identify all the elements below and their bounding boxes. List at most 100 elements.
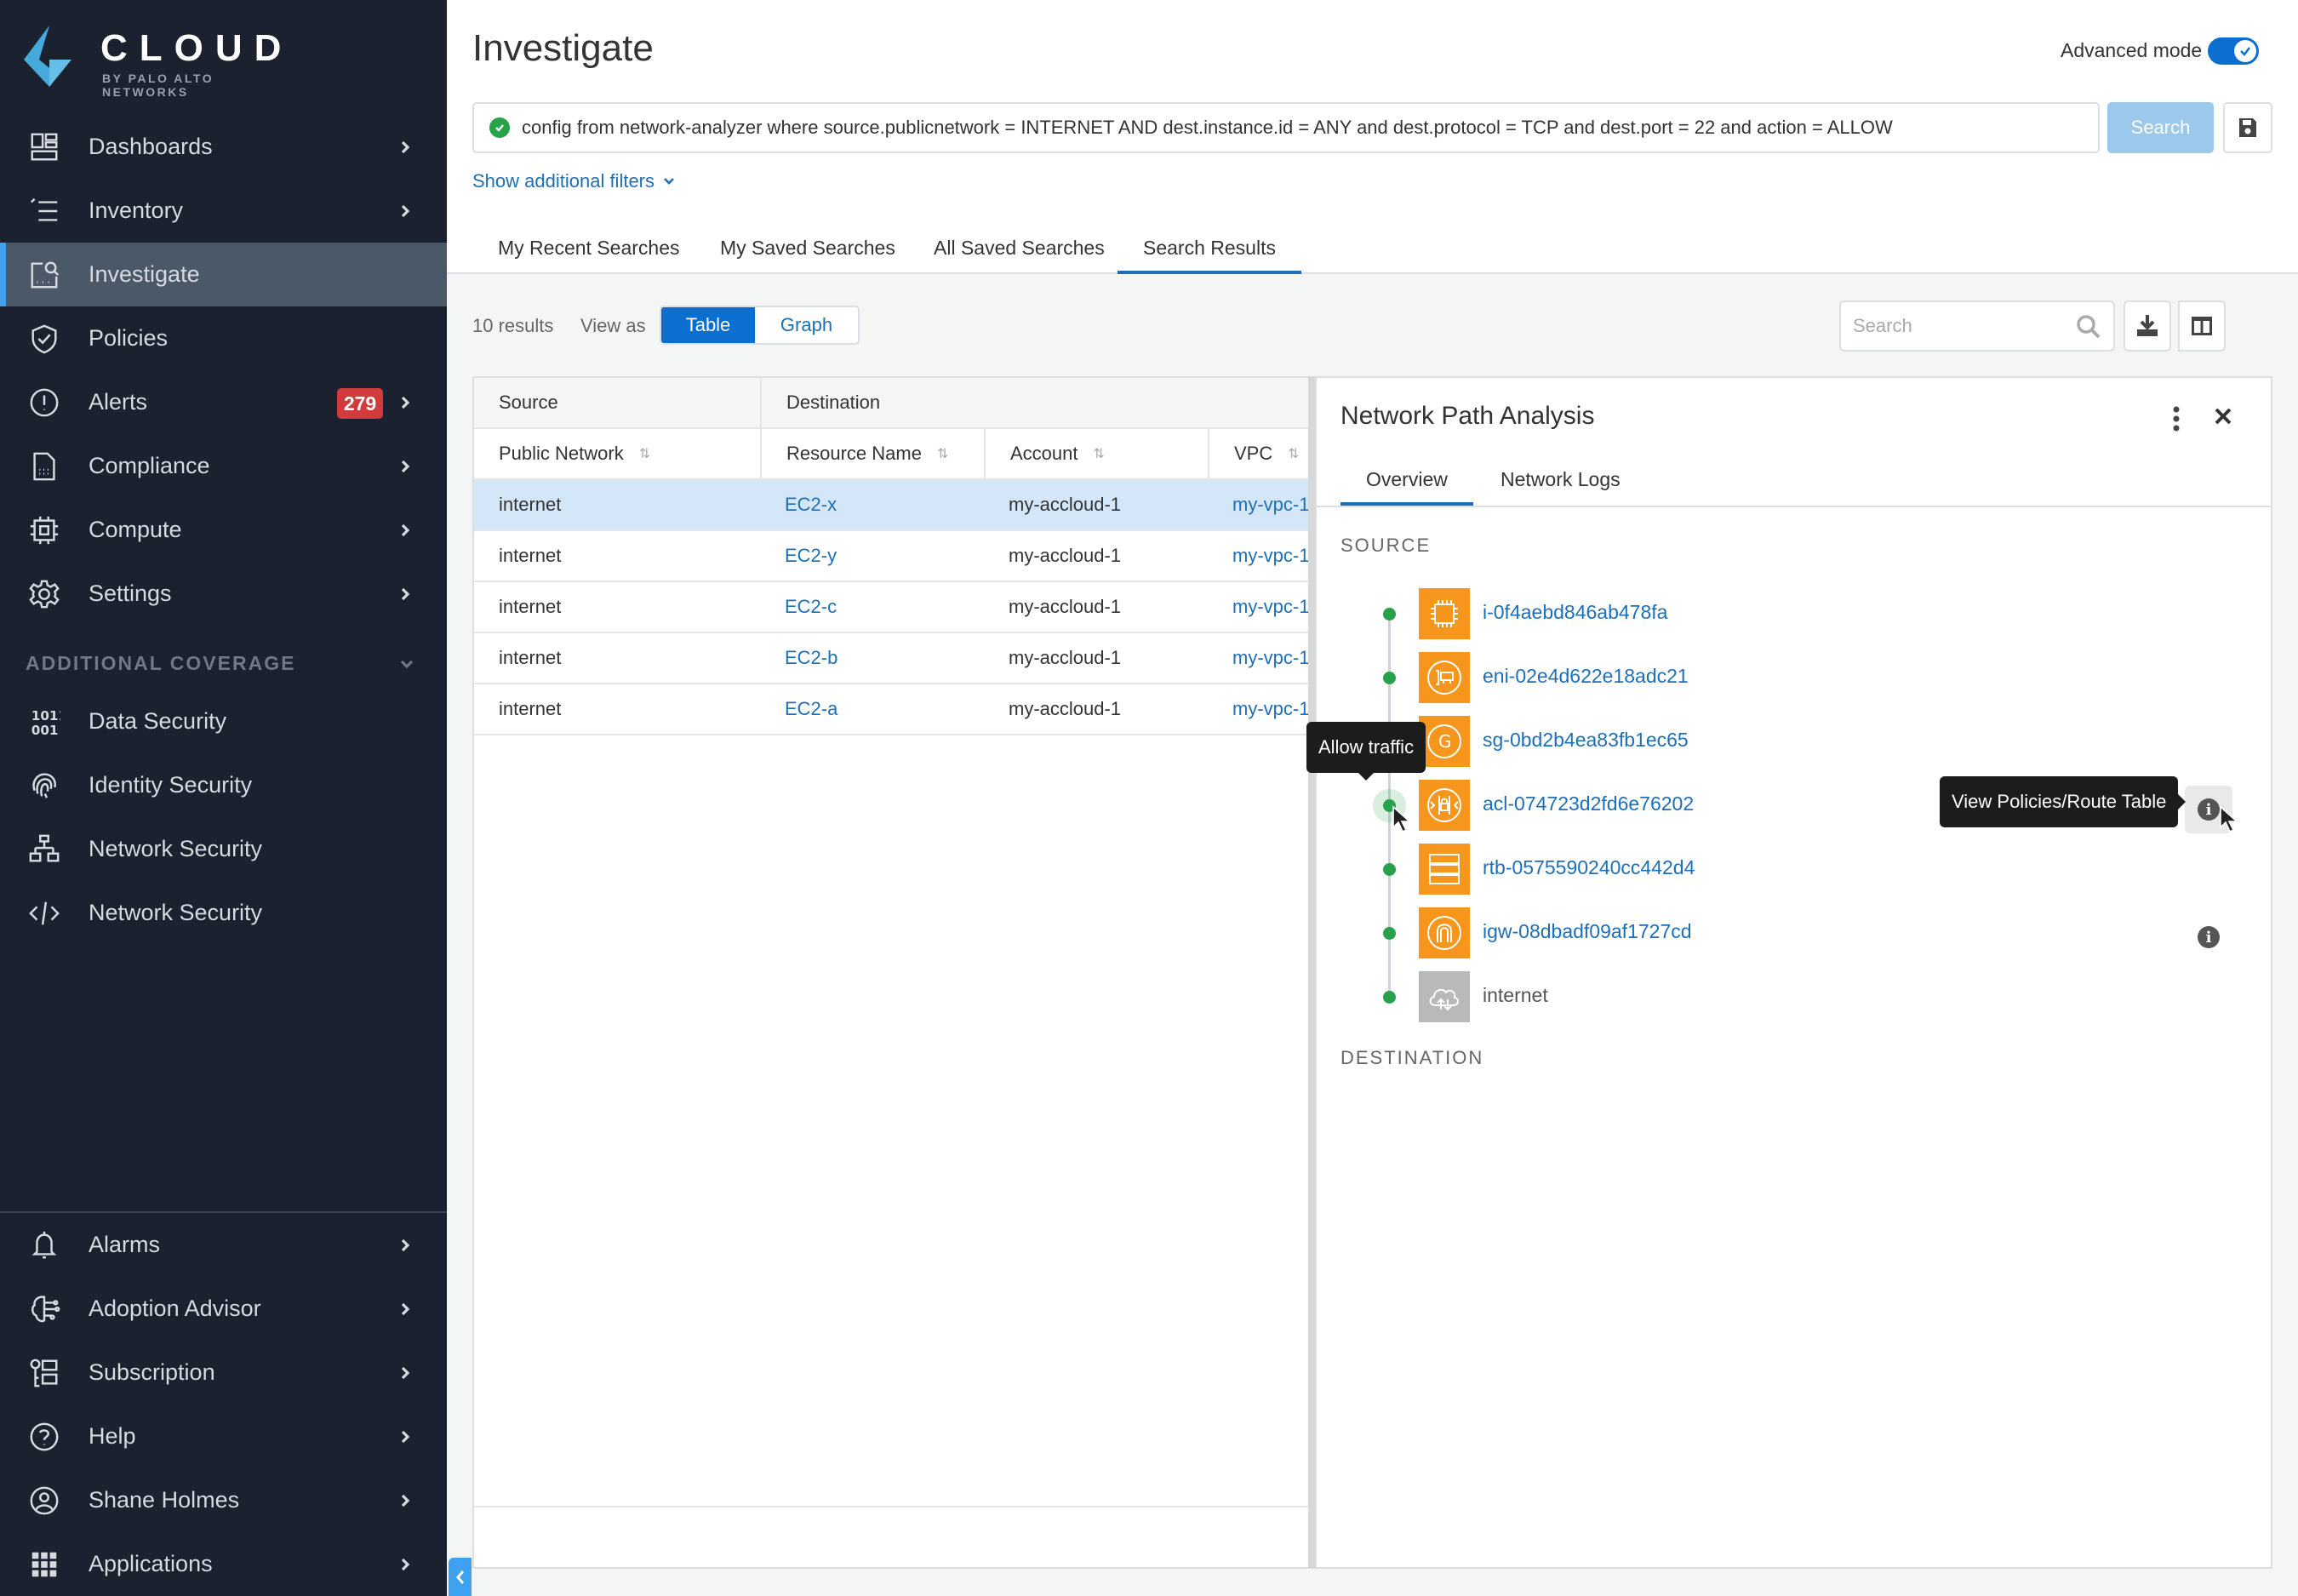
sidebar-item-compliance[interactable]: Compliance: [0, 434, 447, 498]
tab-search-results[interactable]: Search Results: [1118, 237, 1301, 274]
resource-link[interactable]: rtb-0575590240cc442d4: [1483, 856, 1695, 879]
investigate-icon: [26, 256, 63, 294]
sidebar-item-network-security[interactable]: Network Security: [0, 817, 447, 881]
chevron-right-icon: [398, 1366, 412, 1380]
column-header-vpc[interactable]: VPC ⇅: [1208, 429, 1311, 478]
resource-link[interactable]: eni-02e4d622e18adc21: [1483, 665, 1689, 688]
sidebar-item-investigate[interactable]: Investigate: [0, 243, 447, 306]
additional-coverage-heading: ADDITIONAL COVERAGE: [26, 652, 296, 674]
column-header-resource-name[interactable]: Resource Name ⇅: [760, 429, 984, 478]
sidebar-item-alerts[interactable]: Alerts 279: [0, 370, 447, 434]
view-graph-button[interactable]: Graph: [755, 307, 858, 343]
sort-icon[interactable]: ⇅: [937, 445, 948, 462]
resource-link[interactable]: i-0f4aebd846ab478fa: [1483, 601, 1667, 624]
download-icon: [2137, 315, 2158, 336]
view-policies-button[interactable]: i: [2185, 786, 2232, 833]
resource-link[interactable]: igw-08dbadf09af1727cd: [1483, 920, 1692, 943]
table-row[interactable]: internet EC2-x my-accloud-1 my-vpc-1: [474, 480, 1311, 531]
sidebar-item-code-security[interactable]: Network Security: [0, 881, 447, 945]
shield-check-icon: [26, 320, 63, 358]
close-icon[interactable]: [2213, 406, 2233, 426]
status-dot-allow[interactable]: [1383, 799, 1396, 812]
sidebar-item-user-profile[interactable]: Shane Holmes: [0, 1468, 447, 1532]
status-dot-allow[interactable]: [1383, 608, 1396, 621]
panel-tab-network-logs[interactable]: Network Logs: [1501, 468, 1621, 506]
sidebar-item-label: Alerts: [89, 389, 148, 415]
column-label: VPC: [1234, 443, 1273, 464]
sidebar-item-policies[interactable]: Policies: [0, 306, 447, 370]
sidebar-item-data-security[interactable]: 1011001 Data Security: [0, 689, 447, 753]
panel-tab-overview[interactable]: Overview: [1340, 468, 1473, 506]
info-icon: i: [2198, 926, 2220, 948]
sidebar-item-label: Identity Security: [89, 772, 253, 798]
chevron-down-icon[interactable]: [400, 657, 414, 671]
cell-resource-name[interactable]: EC2-a: [760, 684, 984, 734]
show-additional-filters-link[interactable]: Show additional filters: [472, 170, 675, 192]
sidebar-item-inventory[interactable]: Inventory: [0, 179, 447, 243]
route-table-icon: [1419, 844, 1470, 895]
cell-vpc[interactable]: my-vpc-1: [1208, 531, 1311, 581]
status-dot-allow[interactable]: [1383, 672, 1396, 684]
column-header-account[interactable]: Account ⇅: [984, 429, 1208, 478]
status-dot-allow[interactable]: [1383, 863, 1396, 876]
resource-link[interactable]: acl-074723d2fd6e76202: [1483, 792, 1694, 815]
gear-icon: [26, 575, 63, 613]
info-icon: i: [2198, 798, 2220, 821]
table-row[interactable]: internet EC2-a my-accloud-1 my-vpc-1: [474, 684, 1311, 735]
sidebar-item-subscription[interactable]: Subscription: [0, 1341, 447, 1404]
cell-vpc[interactable]: my-vpc-1: [1208, 633, 1311, 683]
chevron-right-icon: [398, 1558, 412, 1571]
resource-link[interactable]: sg-0bd2b4ea83fb1ec65: [1483, 729, 1689, 752]
help-circle-icon: [26, 1418, 63, 1456]
tab-all-saved-searches[interactable]: All Saved Searches: [934, 237, 1105, 274]
panel-resize-handle[interactable]: [1308, 376, 1315, 1569]
tab-my-saved-searches[interactable]: My Saved Searches: [720, 237, 895, 274]
sidebar-item-dashboards[interactable]: Dashboards: [0, 115, 447, 179]
sidebar-item-settings[interactable]: Settings: [0, 562, 447, 626]
sidebar-item-compute[interactable]: Compute: [0, 498, 447, 562]
path-hop: i-0f4aebd846ab478fa: [1317, 582, 2271, 646]
status-dot-allow[interactable]: [1383, 991, 1396, 1004]
status-dot-allow[interactable]: [1383, 927, 1396, 940]
table-search-input[interactable]: Search: [1839, 300, 2115, 352]
table-row[interactable]: internet EC2-y my-accloud-1 my-vpc-1: [474, 531, 1311, 582]
tab-my-recent-searches[interactable]: My Recent Searches: [498, 237, 679, 274]
column-header-public-network[interactable]: Public Network ⇅: [474, 429, 760, 478]
download-button[interactable]: [2124, 300, 2171, 352]
dashboard-icon: [26, 129, 63, 166]
sort-icon[interactable]: ⇅: [639, 445, 650, 462]
view-policies-tooltip: View Policies/Route Table: [1940, 776, 2187, 827]
more-options-icon[interactable]: [2168, 403, 2185, 434]
cell-resource-name[interactable]: EC2-x: [760, 480, 984, 529]
cell-public-network: internet: [499, 596, 562, 617]
view-toggle: Table Graph: [660, 306, 860, 345]
network-icon: [26, 831, 63, 868]
cell-vpc[interactable]: my-vpc-1: [1208, 582, 1311, 632]
advanced-mode-toggle[interactable]: [2208, 37, 2259, 65]
sidebar-item-alarms[interactable]: Alarms: [0, 1213, 447, 1277]
cell-resource-name[interactable]: EC2-c: [760, 582, 984, 632]
sidebar-item-label: Network Security: [89, 900, 263, 925]
cell-vpc[interactable]: my-vpc-1: [1208, 480, 1311, 529]
cell-resource-name[interactable]: EC2-y: [760, 531, 984, 581]
table-row[interactable]: internet EC2-c my-accloud-1 my-vpc-1: [474, 582, 1311, 633]
table-row[interactable]: internet EC2-b my-accloud-1 my-vpc-1: [474, 633, 1311, 684]
sidebar-item-identity-security[interactable]: Identity Security: [0, 753, 447, 817]
sidebar-item-adoption-advisor[interactable]: Adoption Advisor: [0, 1277, 447, 1341]
column-layout-button[interactable]: [2178, 300, 2226, 352]
view-policies-button[interactable]: i: [2185, 913, 2232, 961]
sidebar-item-applications[interactable]: Applications: [0, 1532, 447, 1596]
cell-vpc[interactable]: my-vpc-1: [1208, 684, 1311, 734]
cell-resource-name[interactable]: EC2-b: [760, 633, 984, 683]
internet-gateway-icon: [1419, 907, 1470, 958]
query-input[interactable]: config from network-analyzer where sourc…: [472, 102, 2100, 153]
alerts-count-badge: 279: [337, 388, 383, 419]
sort-icon[interactable]: ⇅: [1288, 445, 1299, 462]
sort-icon[interactable]: ⇅: [1094, 445, 1105, 462]
brand-logo[interactable]: CLOUD BY PALO ALTO NETWORKS: [24, 24, 305, 99]
save-search-button[interactable]: [2223, 102, 2272, 153]
search-button[interactable]: Search: [2107, 102, 2214, 153]
sidebar-item-label: Investigate: [89, 261, 200, 287]
sidebar-item-help[interactable]: Help: [0, 1404, 447, 1468]
view-table-button[interactable]: Table: [661, 307, 755, 343]
